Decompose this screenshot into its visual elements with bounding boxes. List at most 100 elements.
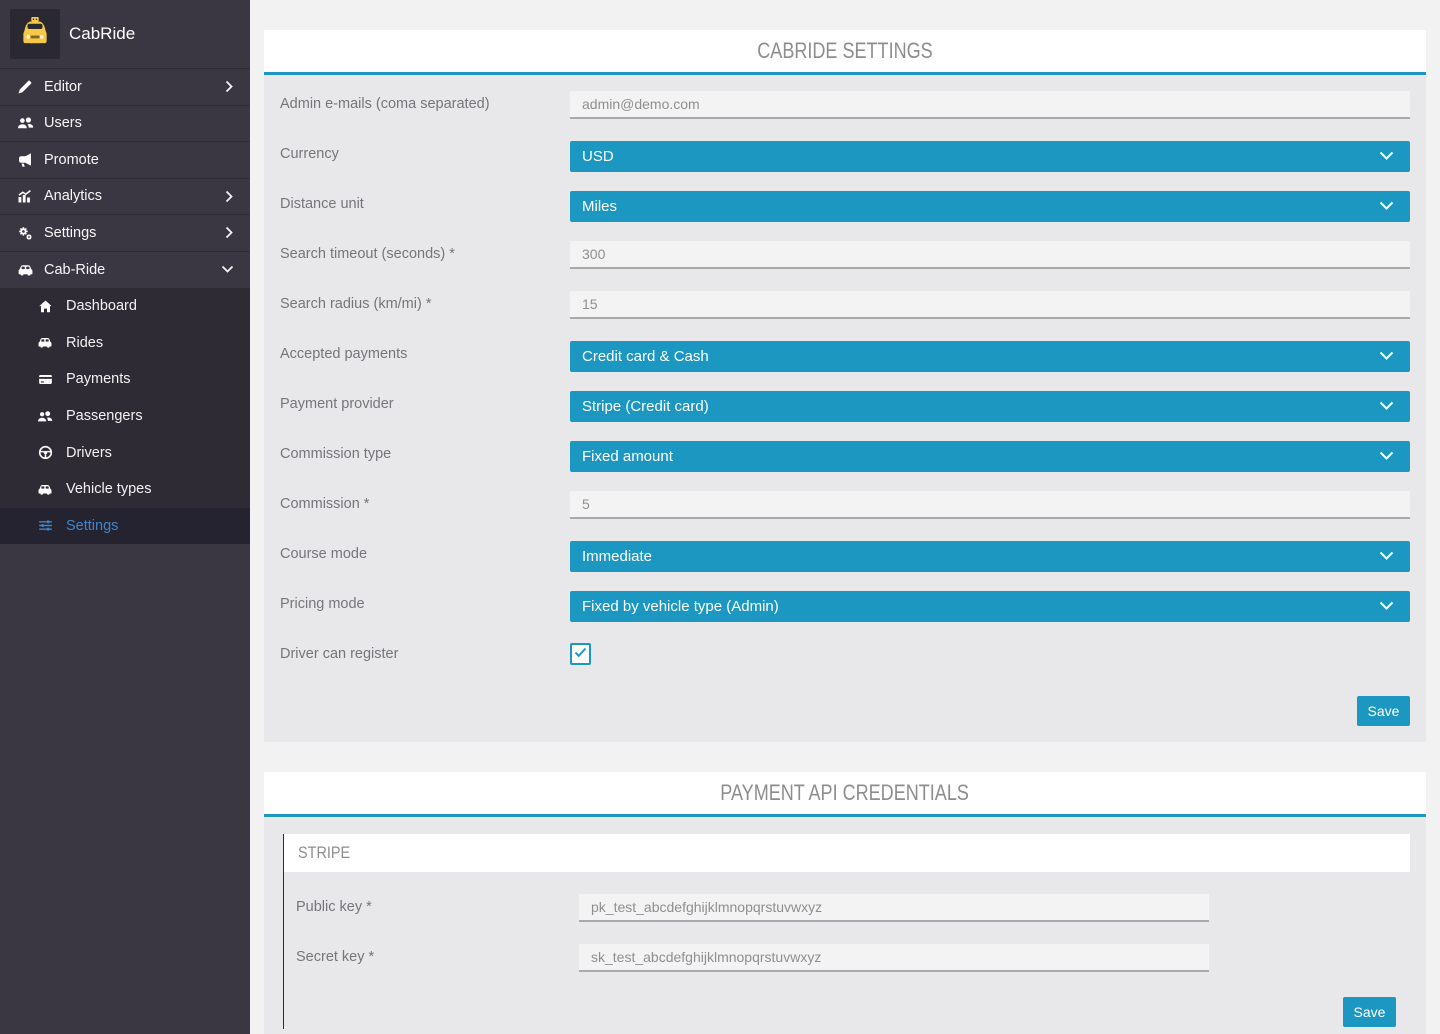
accepted-payments-select[interactable]: Credit card & Cash bbox=[570, 341, 1410, 372]
gears-icon bbox=[16, 225, 34, 241]
field-label: Commission type bbox=[280, 441, 570, 462]
cabride-settings-panel: CABRIDE SETTINGS Admin e-mails (coma sep… bbox=[264, 30, 1426, 742]
commission-input[interactable] bbox=[570, 491, 1410, 519]
sidebar-item-label: Users bbox=[44, 115, 234, 131]
save-row: Save bbox=[280, 696, 1410, 726]
field-label: Search timeout (seconds) * bbox=[280, 241, 570, 262]
chevron-right-icon bbox=[225, 190, 234, 203]
search-timeout-input[interactable] bbox=[570, 241, 1410, 269]
taxi-logo-icon bbox=[17, 14, 53, 55]
form-row-commission: Commission * bbox=[280, 491, 1410, 522]
selected-value: USD bbox=[582, 148, 614, 165]
subnav-item-drivers[interactable]: Drivers bbox=[0, 434, 250, 471]
secret-key-input[interactable] bbox=[579, 944, 1209, 972]
subnav-item-label: Dashboard bbox=[66, 298, 137, 314]
panel-body: STRIPE Public key * Secret key * Save bbox=[264, 817, 1426, 1034]
payment-provider-select[interactable]: Stripe (Credit card) bbox=[570, 391, 1410, 422]
course-mode-select[interactable]: Immediate bbox=[570, 541, 1410, 572]
sidebar-item-label: Editor bbox=[44, 79, 225, 95]
form-row-accepted-payments: Accepted payments Credit card & Cash bbox=[280, 341, 1410, 372]
selected-value: Immediate bbox=[582, 548, 652, 565]
form-row-public-key: Public key * bbox=[296, 894, 1410, 925]
selected-value: Fixed amount bbox=[582, 448, 673, 465]
sidebar-item-promote[interactable]: Promote bbox=[0, 142, 250, 179]
chevron-down-icon bbox=[1379, 398, 1394, 415]
sidebar-nav: Editor Users Promote Analytics bbox=[0, 68, 250, 544]
app-title: CabRide bbox=[69, 24, 135, 44]
commission-type-select[interactable]: Fixed amount bbox=[570, 441, 1410, 472]
field-label: Admin e-mails (coma separated) bbox=[280, 91, 570, 112]
field-label: Payment provider bbox=[280, 391, 570, 412]
sidebar-item-settings[interactable]: Settings bbox=[0, 215, 250, 252]
currency-select[interactable]: USD bbox=[570, 141, 1410, 172]
app-logo-row[interactable]: CabRide bbox=[0, 0, 250, 68]
chevron-down-icon bbox=[1379, 548, 1394, 565]
sidebar-item-users[interactable]: Users bbox=[0, 106, 250, 143]
subnav-item-label: Vehicle types bbox=[66, 481, 151, 497]
driver-can-register-checkbox[interactable] bbox=[570, 643, 591, 665]
panel-title: PAYMENT API CREDENTIALS bbox=[721, 780, 970, 806]
vehicle-icon bbox=[36, 482, 54, 497]
save-row: Save bbox=[284, 997, 1410, 1029]
chevron-down-icon bbox=[1379, 348, 1394, 365]
selected-value: Fixed by vehicle type (Admin) bbox=[582, 598, 779, 615]
home-icon bbox=[36, 299, 54, 314]
public-key-input[interactable] bbox=[579, 894, 1209, 922]
subnav-item-label: Drivers bbox=[66, 445, 112, 461]
form-row-distance-unit: Distance unit Miles bbox=[280, 191, 1410, 222]
subnav-item-passengers[interactable]: Passengers bbox=[0, 398, 250, 435]
chevron-down-icon bbox=[1379, 598, 1394, 615]
passengers-icon bbox=[36, 409, 54, 424]
form-row-search-radius: Search radius (km/mi) * bbox=[280, 291, 1410, 322]
subnav-item-dashboard[interactable]: Dashboard bbox=[0, 288, 250, 325]
save-button[interactable]: Save bbox=[1343, 997, 1396, 1027]
subnav-item-rides[interactable]: Rides bbox=[0, 325, 250, 362]
users-icon bbox=[16, 115, 34, 131]
subnav-item-settings[interactable]: Settings bbox=[0, 508, 250, 545]
field-label: Course mode bbox=[280, 541, 570, 562]
form-row-pricing-mode: Pricing mode Fixed by vehicle type (Admi… bbox=[280, 591, 1410, 622]
chevron-right-icon bbox=[225, 226, 234, 239]
selected-value: Stripe (Credit card) bbox=[582, 398, 709, 415]
checkmark-icon bbox=[574, 645, 587, 663]
main-content: CABRIDE SETTINGS Admin e-mails (coma sep… bbox=[250, 0, 1440, 1034]
payment-api-credentials-panel: PAYMENT API CREDENTIALS STRIPE Public ke… bbox=[264, 772, 1426, 1034]
sidebar: CabRide Editor Users Promote bbox=[0, 0, 250, 1034]
panel-title: CABRIDE SETTINGS bbox=[757, 38, 932, 64]
taxi-icon bbox=[16, 262, 34, 278]
field-label: Secret key * bbox=[296, 944, 579, 965]
subnav-item-label: Passengers bbox=[66, 408, 143, 424]
field-label: Driver can register bbox=[280, 641, 570, 662]
form-row-payment-provider: Payment provider Stripe (Credit card) bbox=[280, 391, 1410, 422]
form-row-secret-key: Secret key * bbox=[296, 944, 1410, 975]
distance-unit-select[interactable]: Miles bbox=[570, 191, 1410, 222]
subnav-item-label: Settings bbox=[66, 518, 118, 534]
sidebar-item-analytics[interactable]: Analytics bbox=[0, 179, 250, 216]
stripe-section-title: STRIPE bbox=[298, 843, 350, 863]
form-row-driver-can-register: Driver can register bbox=[280, 641, 1410, 672]
sidebar-item-label: Cab-Ride bbox=[44, 262, 221, 278]
chevron-down-icon bbox=[1379, 448, 1394, 465]
sliders-icon bbox=[36, 518, 54, 533]
sidebar-item-cab-ride[interactable]: Cab-Ride bbox=[0, 252, 250, 289]
chevron-down-icon bbox=[1379, 198, 1394, 215]
pencil-icon bbox=[16, 79, 34, 95]
admin-emails-input[interactable] bbox=[570, 91, 1410, 119]
stripe-section-header: STRIPE bbox=[284, 834, 1410, 872]
panel-header: CABRIDE SETTINGS bbox=[264, 30, 1426, 75]
field-label: Pricing mode bbox=[280, 591, 570, 612]
steering-wheel-icon bbox=[36, 445, 54, 460]
selected-value: Credit card & Cash bbox=[582, 348, 709, 365]
search-radius-input[interactable] bbox=[570, 291, 1410, 319]
subnav-item-vehicle-types[interactable]: Vehicle types bbox=[0, 471, 250, 508]
sidebar-item-editor[interactable]: Editor bbox=[0, 69, 250, 106]
pricing-mode-select[interactable]: Fixed by vehicle type (Admin) bbox=[570, 591, 1410, 622]
car-icon bbox=[36, 335, 54, 350]
sidebar-item-label: Analytics bbox=[44, 188, 225, 204]
save-button[interactable]: Save bbox=[1357, 696, 1410, 726]
chart-icon bbox=[16, 188, 34, 204]
subnav-item-payments[interactable]: Payments bbox=[0, 361, 250, 398]
selected-value: Miles bbox=[582, 198, 617, 215]
field-label: Distance unit bbox=[280, 191, 570, 212]
credit-card-icon bbox=[36, 372, 54, 387]
